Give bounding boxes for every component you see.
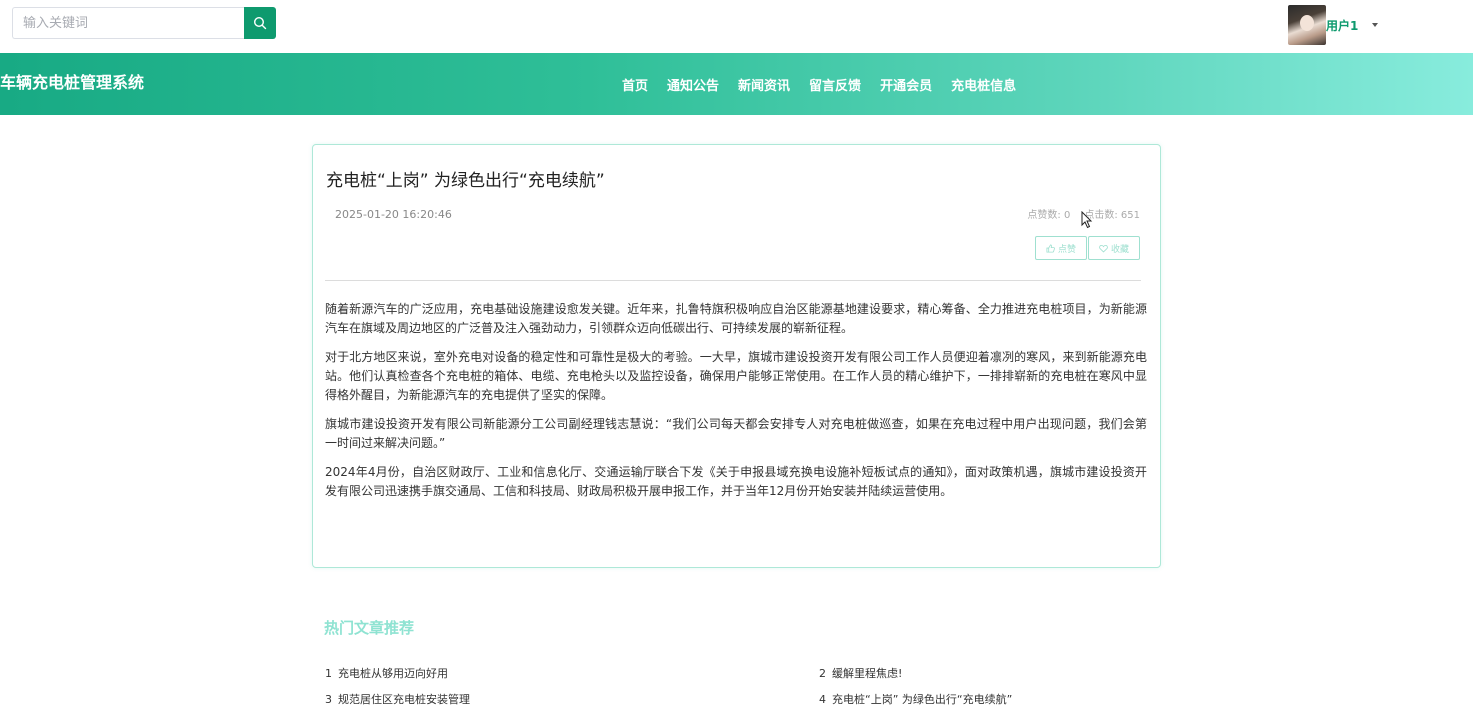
- divider: [325, 280, 1141, 281]
- mouse-cursor-icon: [1081, 211, 1093, 229]
- favorite-button-label: 收藏: [1110, 244, 1129, 255]
- avatar[interactable]: [1288, 5, 1326, 45]
- hot-article-title[interactable]: 充电桩从够用迈向好用: [338, 667, 448, 680]
- likes-count: 0: [1063, 210, 1071, 221]
- user-menu[interactable]: 用户1: [1288, 5, 1379, 45]
- hot-article-number: 4: [819, 693, 826, 706]
- hot-article-title[interactable]: 缓解里程焦虑!: [832, 667, 902, 680]
- like-button[interactable]: 点赞: [1034, 236, 1087, 260]
- hot-articles-title: 热门文章推荐: [324, 619, 415, 637]
- hot-article-number: 3: [325, 693, 332, 706]
- hot-article-link[interactable]: 3 规范居住区充电桩安装管理: [325, 691, 470, 707]
- search-button[interactable]: [244, 7, 276, 39]
- search-icon: [253, 16, 267, 30]
- search-input[interactable]: [12, 7, 244, 39]
- likes-label: 点赞数:: [1027, 210, 1061, 221]
- header-band: 车辆充电桩管理系统 首页 通知公告 新闻资讯 留言反馈 开通会员 充电桩信息: [0, 53, 1473, 115]
- site-title: 车辆充电桩管理系统: [0, 73, 145, 92]
- nav-feedback[interactable]: 留言反馈: [809, 75, 861, 94]
- article-date: 2025-01-20 16:20:46: [335, 208, 452, 221]
- nav-announcements[interactable]: 通知公告: [667, 75, 719, 94]
- hot-article-number: 1: [325, 667, 332, 680]
- hot-article-title[interactable]: 规范居住区充电桩安装管理: [338, 693, 470, 706]
- hot-article-number: 2: [819, 667, 826, 680]
- nav-news[interactable]: 新闻资讯: [738, 75, 790, 94]
- nav-home[interactable]: 首页: [622, 75, 648, 94]
- article-paragraph: 旗城市建设投资开发有限公司新能源分工公司副经理钱志慧说：“我们公司每天都会安排专…: [325, 417, 1147, 450]
- article-card: 充电桩“上岗” 为绿色出行“充电续航” 2025-01-20 16:20:46 …: [312, 144, 1161, 568]
- article-title: 充电桩“上岗” 为绿色出行“充电续航”: [326, 171, 605, 191]
- nav-membership[interactable]: 开通会员: [880, 75, 932, 94]
- article-actions: 点赞 收藏: [1034, 236, 1140, 260]
- hot-article-link[interactable]: 4 充电桩“上岗” 为绿色出行“充电续航”: [819, 691, 1012, 707]
- main-nav: 首页 通知公告 新闻资讯 留言反馈 开通会员 充电桩信息: [622, 75, 1035, 94]
- hot-article-title[interactable]: 充电桩“上岗” 为绿色出行“充电续航”: [832, 693, 1012, 706]
- clicks-count: 651: [1120, 210, 1140, 221]
- hot-article-link[interactable]: 2 缓解里程焦虑!: [819, 665, 902, 681]
- article-body: 随着新源汽车的广泛应用，充电基础设施建设愈发关键。近年来，扎鲁特旗积极响应自治区…: [325, 300, 1147, 511]
- favorite-button[interactable]: 收藏: [1087, 236, 1140, 260]
- nav-charging-piles[interactable]: 充电桩信息: [951, 75, 1016, 94]
- top-bar: 用户1: [0, 0, 1473, 53]
- like-button-label: 点赞: [1057, 244, 1076, 255]
- caret-down-icon[interactable]: [1372, 23, 1379, 27]
- article-paragraph: 2024年4月份，自治区财政厅、工业和信息化厅、交通运输厅联合下发《关于申报县域…: [325, 465, 1147, 498]
- thumb-up-icon: [1046, 243, 1055, 253]
- article-paragraph: 对于北方地区来说，室外充电对设备的稳定性和可靠性是极大的考验。一大早，旗城市建设…: [325, 350, 1147, 402]
- user-name[interactable]: 用户1: [1326, 17, 1358, 34]
- heart-icon: [1099, 244, 1108, 252]
- article-paragraph: 随着新源汽车的广泛应用，充电基础设施建设愈发关键。近年来，扎鲁特旗积极响应自治区…: [325, 302, 1147, 335]
- likes-stat: 点赞数: 0: [1027, 206, 1070, 221]
- hot-article-link[interactable]: 1 充电桩从够用迈向好用: [325, 665, 448, 681]
